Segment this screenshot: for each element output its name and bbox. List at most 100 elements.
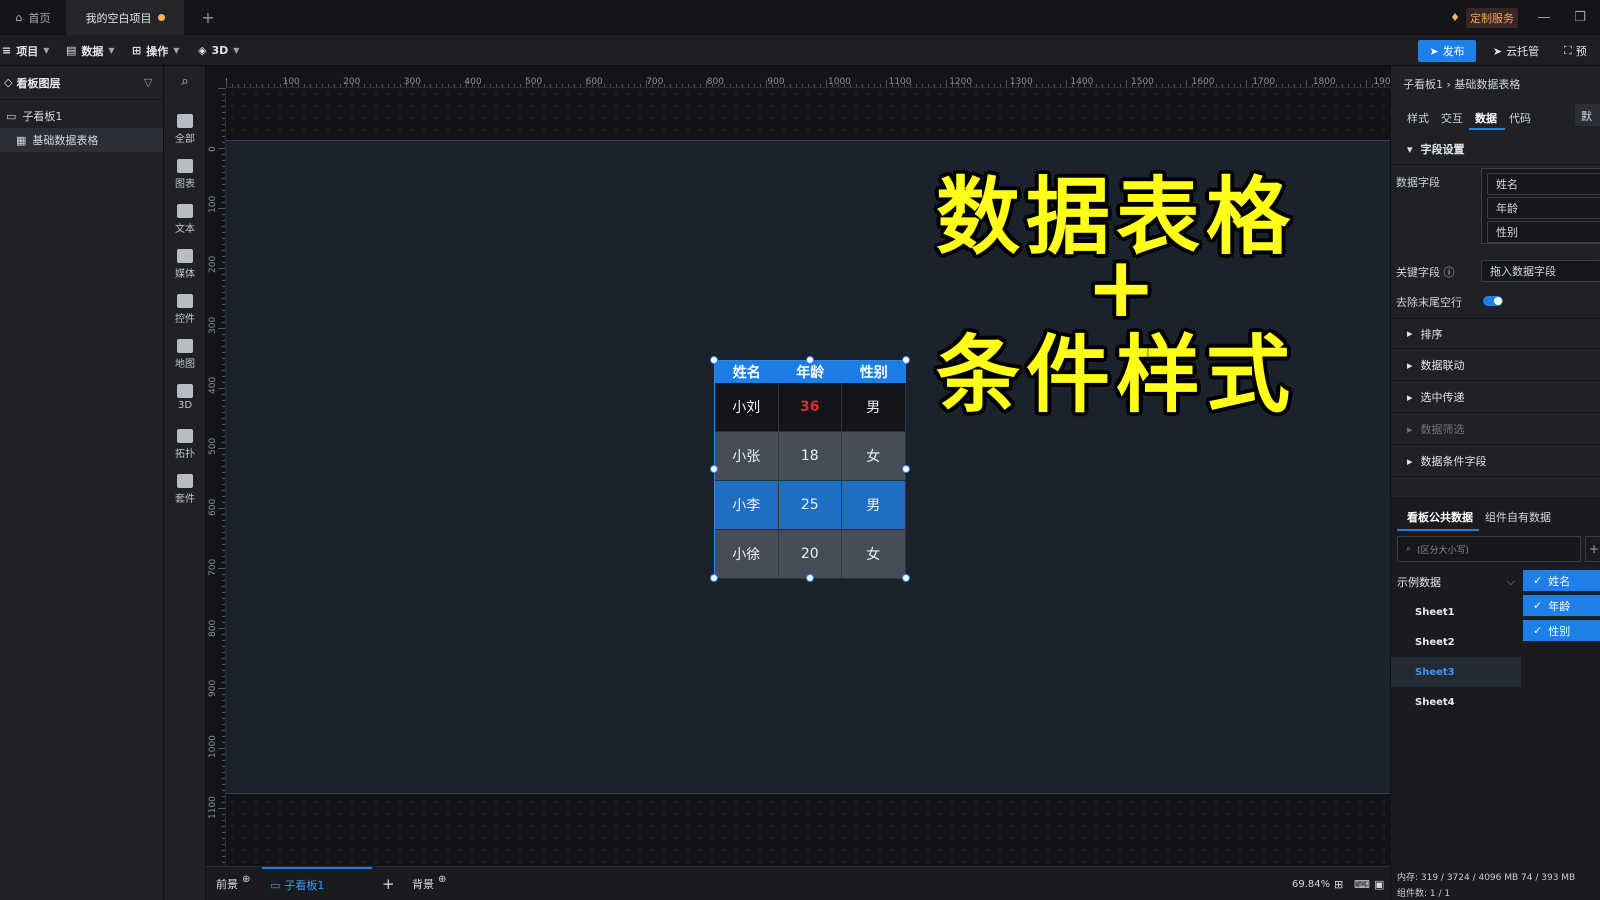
maximize-icon[interactable]: ❐	[1564, 0, 1596, 35]
section-selection[interactable]: ▸ 选中传递	[1391, 382, 1600, 413]
trim-toggle[interactable]	[1483, 296, 1503, 306]
cloud-host-button[interactable]: ➤ 云托管	[1484, 40, 1548, 62]
ruler-mark	[222, 814, 225, 815]
rail-item-media[interactable]: 媒体	[164, 249, 206, 280]
zoom-level[interactable]: 69.84%	[1292, 867, 1330, 900]
ruler-mark	[218, 688, 225, 689]
resize-handle[interactable]	[710, 574, 718, 582]
field-checkbox[interactable]: ✓ 年龄	[1523, 595, 1600, 618]
sheet-item[interactable]: Sheet4	[1391, 687, 1521, 717]
ruler-mark	[982, 84, 983, 87]
ruler-tick-label: 300	[208, 316, 218, 334]
ruler-mark	[222, 166, 225, 167]
menu-project[interactable]: ≡ 项目 ▼	[2, 35, 49, 66]
sheet-item-selected[interactable]: Sheet3	[1391, 657, 1521, 687]
resize-handle[interactable]	[902, 574, 910, 582]
tab-code[interactable]: 代码	[1509, 110, 1531, 126]
tab-subboard[interactable]: ▭ 子看板1	[262, 867, 372, 900]
menu-operate[interactable]: ⊞ 操作 ▼	[132, 35, 179, 66]
table-header-cell[interactable]: 年龄	[778, 361, 842, 383]
section-linkage[interactable]: ▸ 数据联动	[1391, 350, 1600, 381]
resize-handle[interactable]	[902, 465, 910, 473]
table-cell[interactable]: 20	[778, 530, 842, 579]
resize-handle[interactable]	[710, 465, 718, 473]
sheet-item[interactable]: Sheet2	[1391, 627, 1521, 657]
ruler-mark	[1330, 84, 1331, 87]
tab-foreground[interactable]: 前景 ⊕	[216, 867, 250, 900]
data-field-input[interactable]: 性别	[1487, 221, 1600, 243]
layer-item-table[interactable]: ▦ 基础数据表格	[0, 128, 163, 152]
search-input[interactable]: ⌕ (区分大小写)	[1397, 536, 1581, 562]
minimize-icon[interactable]: —	[1528, 0, 1560, 35]
resize-handle[interactable]	[806, 574, 814, 582]
table-cell[interactable]: 男	[842, 383, 906, 432]
resize-handle[interactable]	[710, 356, 718, 364]
ruler-mark	[772, 84, 773, 87]
section-filter[interactable]: ▸ 数据筛选	[1391, 414, 1600, 445]
field-checkbox[interactable]: ✓ 性别	[1523, 620, 1600, 643]
ruler-mark	[222, 784, 225, 785]
add-board-button[interactable]: +	[382, 867, 395, 900]
rail-item-kit[interactable]: 套件	[164, 474, 206, 505]
layer-item-subboard[interactable]: ▭ 子看板1	[0, 104, 163, 128]
rail-item-control[interactable]: 控件	[164, 294, 206, 325]
table-cell[interactable]: 小徐	[715, 530, 779, 579]
custom-service-button[interactable]: 定制服务	[1466, 8, 1518, 28]
default-button[interactable]: 默认	[1575, 104, 1600, 126]
tab-public-data[interactable]: 看板公共数据	[1407, 509, 1473, 525]
table-cell[interactable]: 小刘	[715, 383, 779, 432]
ruler-mark	[222, 700, 225, 701]
keyboard-icon[interactable]: ⌨	[1354, 867, 1370, 900]
table-cell[interactable]: 女	[842, 432, 906, 481]
data-table-widget[interactable]: 姓名 年龄 性别 小刘 36 男小张 18 女小李 25 男小徐 20 女	[710, 356, 910, 582]
rail-item-map[interactable]: 地图	[164, 339, 206, 370]
publish-button[interactable]: ➤ 发布	[1418, 40, 1476, 62]
tab-home[interactable]: ⌂ 首页	[0, 0, 66, 35]
add-circle-icon[interactable]: ⊕	[242, 874, 250, 885]
rail-item-topology[interactable]: 拓扑	[164, 429, 206, 460]
help-icon[interactable]: ⓘ	[1444, 266, 1455, 279]
tab-data[interactable]: 数据	[1475, 110, 1497, 126]
tab-project[interactable]: 我的空白项目	[66, 0, 184, 35]
ruler-mark	[1270, 84, 1271, 87]
add-data-button[interactable]: +	[1585, 536, 1600, 562]
section-condition-field[interactable]: ▸ 数据条件字段	[1391, 446, 1600, 477]
filter-icon[interactable]: ▽	[144, 76, 152, 89]
tab-interaction[interactable]: 交互	[1441, 110, 1463, 126]
table-cell[interactable]: 18	[778, 432, 842, 481]
fit-icon[interactable]: ⊞	[1334, 867, 1343, 900]
menu-3d[interactable]: ◈ 3D ▼	[198, 35, 239, 66]
ruler-mark	[700, 84, 701, 87]
new-tab-button[interactable]: +	[196, 0, 220, 35]
tab-background[interactable]: 背景 ⊕	[412, 867, 446, 900]
sample-data-dropdown[interactable]: 示例数据 ⌵	[1397, 571, 1521, 593]
resize-handle[interactable]	[806, 356, 814, 364]
rail-item-all[interactable]: 全部	[164, 114, 206, 145]
section-sort[interactable]: ▸ 排序	[1391, 318, 1600, 349]
rail-item-3d[interactable]: 3D	[164, 384, 206, 411]
table-cell[interactable]: 小张	[715, 432, 779, 481]
table-cell[interactable]: 25	[778, 481, 842, 530]
table-cell[interactable]: 小李	[715, 481, 779, 530]
key-field-input[interactable]: 拖入数据字段	[1481, 260, 1600, 282]
sheet-item[interactable]: Sheet1	[1391, 597, 1521, 627]
menu-data[interactable]: ▤ 数据 ▼	[66, 35, 115, 66]
table-header-cell[interactable]: 姓名	[715, 361, 779, 383]
data-field-input[interactable]: 姓名	[1487, 173, 1600, 195]
table-cell[interactable]: 36	[778, 383, 842, 432]
data-field-input[interactable]: 年龄	[1487, 197, 1600, 219]
tab-style[interactable]: 样式	[1407, 110, 1429, 126]
field-checkbox[interactable]: ✓ 姓名	[1523, 570, 1600, 593]
rail-item-text[interactable]: 文本	[164, 204, 206, 235]
section-field-settings[interactable]: ▾ 字段设置	[1391, 134, 1600, 165]
resize-handle[interactable]	[902, 356, 910, 364]
tab-own-data[interactable]: 组件自有数据	[1485, 509, 1551, 525]
rail-item-chart[interactable]: 图表	[164, 159, 206, 190]
table-cell[interactable]: 男	[842, 481, 906, 530]
console-icon[interactable]: ▣	[1374, 867, 1384, 900]
table-header-cell[interactable]: 性别	[842, 361, 906, 383]
preview-button[interactable]: ⛶ 预	[1564, 40, 1600, 62]
add-circle-icon[interactable]: ⊕	[438, 874, 446, 885]
table-cell[interactable]: 女	[842, 530, 906, 579]
search-icon[interactable]: ⌕	[164, 74, 206, 89]
